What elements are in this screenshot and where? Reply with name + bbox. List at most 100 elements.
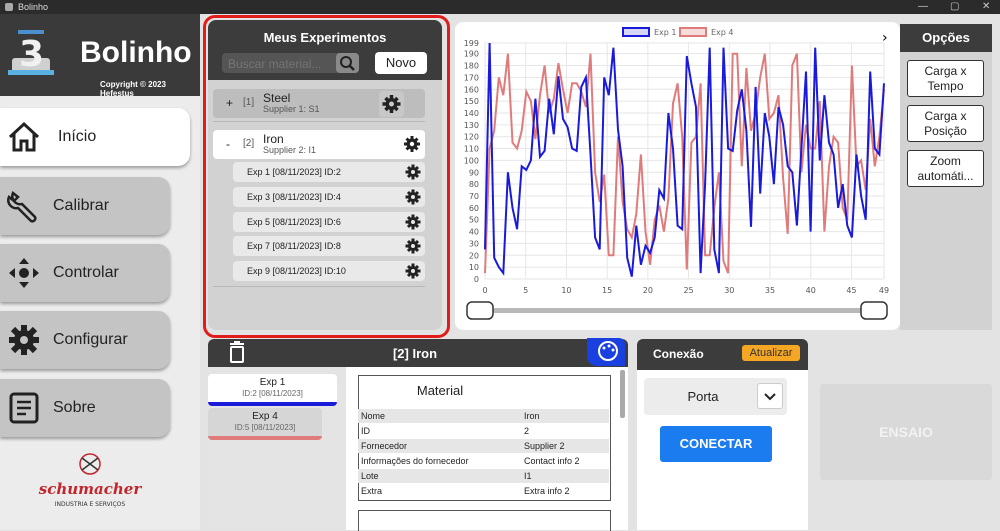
y-tick-label: 20	[469, 251, 479, 260]
run-name: Exp 1	[259, 377, 286, 388]
maximize-button[interactable]: ▢	[950, 1, 959, 12]
nav-label: Calibrar	[53, 197, 110, 214]
experiment-settings-button[interactable]	[402, 211, 424, 233]
experiment-item[interactable]: Exp 3 [08/11/2023] ID:4	[233, 187, 425, 207]
group-supplier: Supplier 1: S1	[263, 104, 320, 114]
wrench-icon	[7, 190, 37, 223]
run-tab[interactable]: Exp 4 ID:5 [08/11/2023]	[208, 408, 322, 440]
gear-icon	[404, 136, 420, 152]
y-tick-label: 130	[464, 121, 479, 130]
experiment-item[interactable]: Exp 9 [08/11/2023] ID:10	[233, 261, 425, 281]
nav-label: Início	[58, 128, 97, 145]
run-tab[interactable]: Exp 1 ID:2 [08/11/2023]	[208, 374, 337, 406]
y-tick-label: 190	[464, 50, 479, 59]
experiment-label: Exp 7 [08/11/2023] ID:8	[247, 241, 341, 251]
refresh-button[interactable]: Atualizar	[742, 345, 800, 361]
group-settings-button[interactable]	[379, 91, 404, 117]
legend-label: Exp 4	[711, 28, 734, 37]
range-slider-end-handle[interactable]	[860, 301, 888, 320]
row-key: Nome	[361, 411, 386, 421]
collapse-toggle[interactable]: -	[226, 137, 230, 151]
load-vs-position-button[interactable]: Carga x Posição	[907, 105, 984, 142]
logo-tagline: INDUSTRIA E SERVIÇOS	[55, 501, 126, 508]
experiment-settings-button[interactable]	[402, 161, 424, 183]
experiment-item[interactable]: Exp 7 [08/11/2023] ID:8	[233, 236, 425, 256]
y-tick-label: 80	[469, 180, 479, 189]
button-line: Tempo	[927, 79, 964, 93]
button-line: Carga x	[924, 64, 967, 78]
x-axis-ticks: 0 5 10 15 20 25 30 35 40 45 49	[482, 286, 889, 295]
gear-icon	[405, 189, 421, 205]
experiment-settings-button[interactable]	[402, 186, 424, 208]
nav-sobre[interactable]: Sobre	[0, 379, 170, 437]
line-chart[interactable]: 0102030405060708090100110120130140150160…	[455, 22, 900, 330]
group-settings-button[interactable]	[401, 133, 423, 155]
app-name: Bolinho	[80, 36, 192, 69]
x-tick-label: 30	[724, 286, 734, 295]
x-tick-label: 15	[602, 286, 612, 295]
gear-icon	[405, 263, 421, 279]
schumacher-logo: schumacher INDUSTRIA E SERVIÇOS	[39, 453, 142, 508]
gear-icon	[405, 214, 421, 230]
experiment-label: Exp 9 [08/11/2023] ID:10	[247, 266, 346, 276]
y-tick-label: 180	[464, 62, 479, 71]
window-titlebar: Bolinho — ▢ ✕	[0, 0, 1000, 14]
auto-zoom-button[interactable]: Zoom automáti...	[907, 150, 984, 187]
bolinho-logo-icon: 3	[8, 30, 54, 75]
x-tick-label: 49	[879, 286, 889, 295]
chart-legend: Exp 1 Exp 4	[622, 27, 734, 37]
y-tick-label: 60	[469, 204, 479, 213]
nav-label: Sobre	[53, 399, 96, 416]
nav-calibrar[interactable]: Calibrar	[0, 177, 170, 235]
search-input[interactable]	[226, 55, 334, 73]
y-tick-label: 50	[469, 216, 479, 225]
experiment-item[interactable]: Exp 5 [08/11/2023] ID:6	[233, 212, 425, 232]
chart-series	[484, 42, 885, 277]
table-row: Nome Iron	[358, 409, 609, 423]
table-row: Lote I1	[358, 469, 609, 483]
separator	[213, 121, 425, 122]
nav-configurar[interactable]: Configurar	[0, 311, 170, 369]
load-vs-time-button[interactable]: Carga x Tempo	[907, 60, 984, 97]
new-experiment-button[interactable]: Novo	[375, 52, 427, 74]
secondary-table	[358, 510, 611, 531]
move-arrows-icon	[9, 258, 39, 288]
y-tick-label: 150	[464, 97, 479, 106]
button-line: automáti...	[917, 169, 974, 183]
experiment-label: Exp 5 [08/11/2023] ID:6	[247, 217, 341, 227]
trash-icon[interactable]	[227, 341, 247, 363]
scrollbar[interactable]	[620, 370, 625, 418]
run-id: ID:5 [08/11/2023]	[234, 423, 296, 432]
table-row: Extra Extra info 2	[358, 484, 609, 498]
button-line: Zoom	[930, 154, 961, 168]
document-icon	[9, 392, 39, 424]
y-tick-label: 0	[474, 275, 479, 284]
experiment-item[interactable]: Exp 1 [08/11/2023] ID:2	[233, 162, 425, 182]
port-dropdown-button[interactable]	[757, 383, 783, 409]
close-button[interactable]: ✕	[982, 1, 990, 12]
connect-button[interactable]: CONECTAR	[660, 426, 772, 462]
material-title: Material	[416, 383, 464, 398]
y-tick-label: 120	[464, 133, 479, 142]
nav-label: Controlar	[53, 264, 119, 281]
range-slider-start-handle[interactable]	[466, 301, 494, 320]
search-button[interactable]	[336, 53, 359, 73]
expand-toggle[interactable]: +	[226, 96, 233, 110]
gear-icon	[405, 164, 421, 180]
palette-button[interactable]	[587, 338, 625, 366]
experiment-settings-button[interactable]	[402, 260, 424, 282]
chevron-right-icon[interactable]: ›	[882, 30, 888, 46]
x-tick-label: 5	[523, 286, 528, 295]
nav-inicio[interactable]: Início	[0, 108, 190, 166]
experiment-settings-button[interactable]	[402, 235, 424, 257]
home-icon	[8, 121, 40, 152]
y-tick-label: 140	[464, 109, 479, 118]
y-tick-label: 90	[469, 168, 479, 177]
copyright: Copyright © 2023 Hefestus	[100, 80, 166, 98]
table-row: Informações do fornecedor Contact info 2	[358, 454, 609, 468]
nav-controlar[interactable]: Controlar	[0, 244, 170, 302]
connection-title: Conexão	[653, 347, 704, 361]
minimize-button[interactable]: —	[918, 1, 928, 12]
y-tick-label: 110	[464, 145, 479, 154]
group-iron[interactable]: - [2] Iron Supplier 2: I1	[213, 130, 425, 159]
